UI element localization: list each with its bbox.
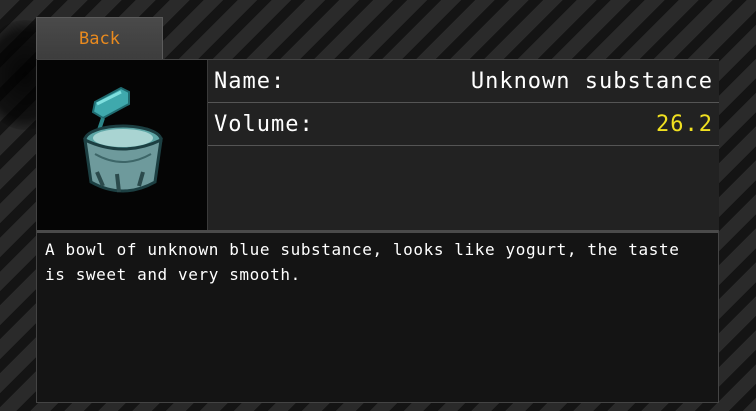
back-button[interactable]: Back xyxy=(36,17,163,59)
item-icon-frame xyxy=(37,60,207,230)
volume-row: Volume: 26.2 xyxy=(208,104,719,146)
name-value: Unknown substance xyxy=(470,69,713,94)
item-stats: Name: Unknown substance Volume: 26.2 xyxy=(207,60,719,230)
blue-yogurt-bowl-icon xyxy=(83,86,163,193)
volume-value: 26.2 xyxy=(656,112,713,137)
volume-label: Volume: xyxy=(214,112,314,137)
name-label: Name: xyxy=(214,69,286,94)
item-description: A bowl of unknown blue substance, looks … xyxy=(37,230,718,402)
name-row: Name: Unknown substance xyxy=(208,61,719,103)
item-info-panel: Name: Unknown substance Volume: 26.2 A b… xyxy=(36,59,719,403)
